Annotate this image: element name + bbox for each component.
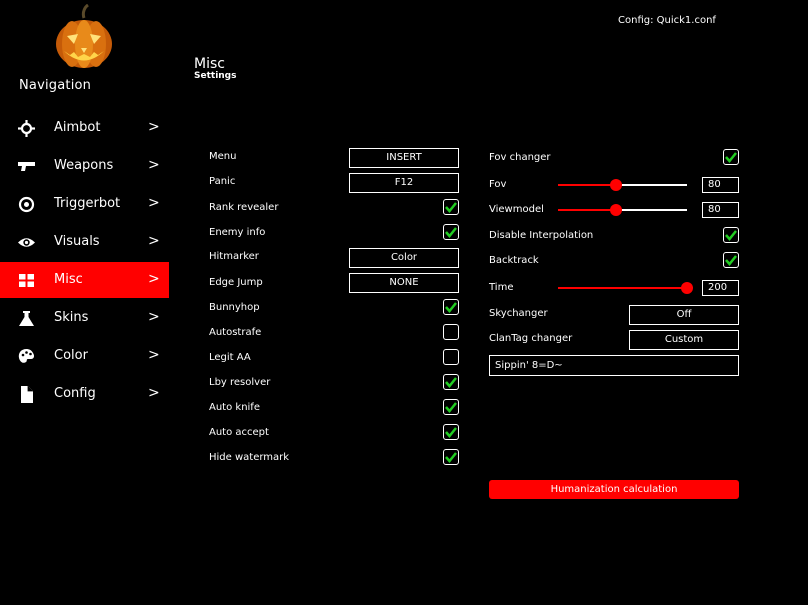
- legit-aa-label: Legit AA: [209, 352, 251, 363]
- clantag-dropdown[interactable]: Custom: [629, 330, 739, 350]
- chevron-right-icon: >: [148, 119, 160, 135]
- eye-icon: [18, 238, 35, 247]
- chevron-right-icon: >: [148, 195, 160, 211]
- enemy-info-checkbox[interactable]: [443, 224, 459, 240]
- fov-changer-label: Fov changer: [489, 152, 551, 163]
- bunnyhop-label: Bunnyhop: [209, 302, 260, 313]
- time-slider-fill[interactable]: [558, 287, 687, 289]
- nav-item-misc[interactable]: Misc >: [0, 262, 169, 298]
- nav-label-aimbot: Aimbot: [54, 120, 101, 135]
- fov-slider-track[interactable]: [616, 184, 687, 186]
- config-label: Config: Quick1.conf: [618, 15, 716, 26]
- lby-resolver-checkbox[interactable]: [443, 374, 459, 390]
- chevron-right-icon: >: [148, 233, 160, 249]
- palette-icon: [18, 349, 35, 363]
- humanization-calculation-button[interactable]: Humanization calculation: [489, 480, 739, 499]
- check-icon: [445, 227, 457, 238]
- fov-slider-handle[interactable]: [610, 179, 622, 191]
- clantag-text-input[interactable]: Sippin' 8=D~: [489, 355, 739, 376]
- check-icon: [725, 230, 737, 241]
- hide-watermark-checkbox[interactable]: [443, 449, 459, 465]
- viewmodel-slider-fill: [558, 209, 616, 211]
- fov-label: Fov: [489, 179, 507, 190]
- nav-item-aimbot[interactable]: Aimbot >: [0, 110, 169, 146]
- pistol-icon: [18, 162, 35, 171]
- page-title: Misc: [194, 56, 225, 72]
- nav-item-color[interactable]: Color >: [0, 338, 169, 374]
- nav-item-weapons[interactable]: Weapons >: [0, 148, 169, 184]
- nav-label-misc: Misc: [54, 272, 83, 287]
- viewmodel-value[interactable]: 80: [702, 202, 739, 218]
- panic-key-button[interactable]: F12: [349, 173, 459, 193]
- chevron-right-icon: >: [148, 385, 160, 401]
- viewmodel-slider-track[interactable]: [616, 209, 687, 211]
- disable-interpolation-label: Disable Interpolation: [489, 230, 594, 241]
- backtrack-checkbox[interactable]: [723, 252, 739, 268]
- menu-key-button[interactable]: INSERT: [349, 148, 459, 168]
- auto-knife-checkbox[interactable]: [443, 399, 459, 415]
- bunnyhop-checkbox[interactable]: [443, 299, 459, 315]
- check-icon: [445, 402, 457, 413]
- autostrafe-label: Autostrafe: [209, 327, 262, 338]
- check-icon: [725, 152, 737, 163]
- edge-jump-key-button[interactable]: NONE: [349, 273, 459, 293]
- panic-label: Panic: [209, 176, 236, 187]
- hide-watermark-label: Hide watermark: [209, 452, 290, 463]
- viewmodel-label: Viewmodel: [489, 204, 544, 215]
- auto-accept-label: Auto accept: [209, 427, 269, 438]
- chevron-right-icon: >: [148, 347, 160, 363]
- nav-label-skins: Skins: [54, 310, 89, 325]
- time-label: Time: [489, 282, 514, 293]
- nav-label-visuals: Visuals: [54, 234, 100, 249]
- nav-item-visuals[interactable]: Visuals >: [0, 224, 169, 260]
- fov-changer-checkbox[interactable]: [723, 149, 739, 165]
- time-value[interactable]: 200: [702, 280, 739, 296]
- nav-label-color: Color: [54, 348, 88, 363]
- nav-label-weapons: Weapons: [54, 158, 114, 173]
- nav-label-triggerbot: Triggerbot: [54, 196, 121, 211]
- clantag-changer-label: ClanTag changer: [489, 333, 573, 344]
- hitmarker-label: Hitmarker: [209, 251, 259, 262]
- autostrafe-checkbox[interactable]: [443, 324, 459, 340]
- nav-item-triggerbot[interactable]: Triggerbot >: [0, 186, 169, 222]
- lby-resolver-label: Lby resolver: [209, 377, 271, 388]
- skychanger-label: Skychanger: [489, 308, 548, 319]
- check-icon: [445, 452, 457, 463]
- chevron-right-icon: >: [148, 157, 160, 173]
- grid-icon: [19, 274, 34, 287]
- viewmodel-slider-handle[interactable]: [610, 204, 622, 216]
- pumpkin-logo: [54, 3, 114, 70]
- check-icon: [445, 302, 457, 313]
- auto-accept-checkbox[interactable]: [443, 424, 459, 440]
- crosshair-icon: [18, 120, 35, 137]
- check-icon: [445, 427, 457, 438]
- flask-icon: [19, 311, 34, 326]
- nav-title: Navigation: [19, 78, 92, 93]
- hitmarker-dropdown[interactable]: Color: [349, 248, 459, 268]
- time-slider-handle[interactable]: [681, 282, 693, 294]
- target-icon: [18, 196, 35, 213]
- fov-value[interactable]: 80: [702, 177, 739, 193]
- skychanger-dropdown[interactable]: Off: [629, 305, 739, 325]
- rank-revealer-checkbox[interactable]: [443, 199, 459, 215]
- file-icon: [21, 386, 33, 403]
- disable-interpolation-checkbox[interactable]: [723, 227, 739, 243]
- enemy-info-label: Enemy info: [209, 227, 266, 238]
- backtrack-label: Backtrack: [489, 255, 539, 266]
- chevron-right-icon: >: [148, 309, 160, 325]
- fov-slider-fill: [558, 184, 616, 186]
- menu-label: Menu: [209, 151, 237, 162]
- nav-item-config[interactable]: Config >: [0, 376, 169, 412]
- rank-revealer-label: Rank revealer: [209, 202, 279, 213]
- chevron-right-icon: >: [148, 271, 160, 287]
- page-subtitle: Settings: [194, 71, 237, 81]
- check-icon: [725, 255, 737, 266]
- nav-label-config: Config: [54, 386, 96, 401]
- check-icon: [445, 202, 457, 213]
- legit-aa-checkbox[interactable]: [443, 349, 459, 365]
- nav-item-skins[interactable]: Skins >: [0, 300, 169, 336]
- edge-jump-label: Edge Jump: [209, 277, 263, 288]
- check-icon: [445, 377, 457, 388]
- auto-knife-label: Auto knife: [209, 402, 260, 413]
